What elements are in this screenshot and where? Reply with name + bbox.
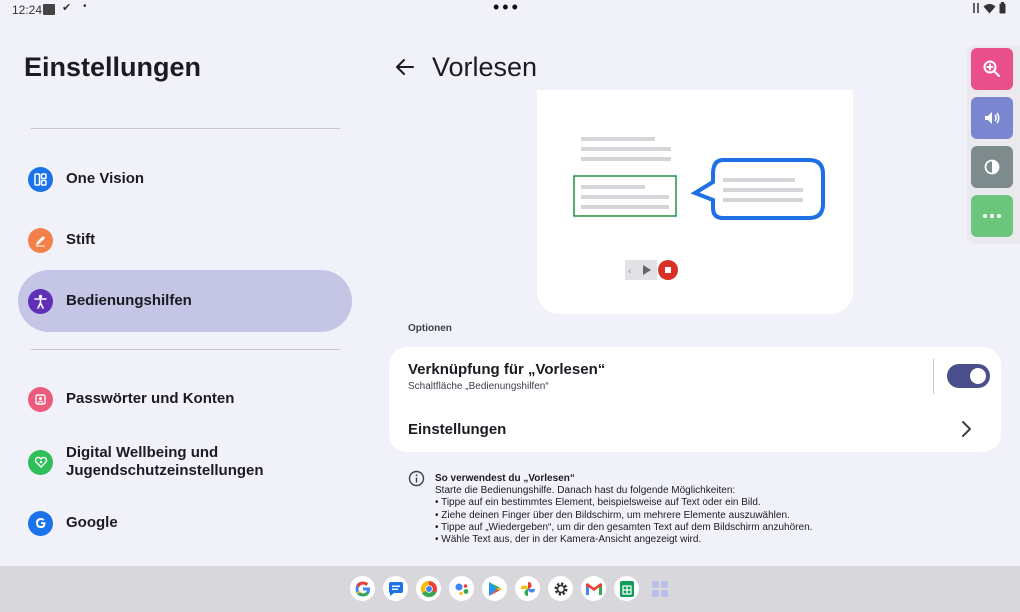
pen-icon xyxy=(28,227,53,253)
more-button[interactable] xyxy=(971,195,1013,237)
wifi-icon xyxy=(983,3,996,13)
google-app-icon[interactable] xyxy=(350,576,375,601)
nav-label-line: Jugendschutzeinstellungen xyxy=(66,462,264,479)
toggle-knob xyxy=(970,368,986,384)
status-bar: 12:24 ✔ • ••• xyxy=(0,0,1020,18)
vibrate-icon xyxy=(973,3,979,13)
nav-item-digital-wellbeing[interactable]: Digital Wellbeing und Jugendschutzeinste… xyxy=(18,431,352,493)
volume-icon xyxy=(985,112,1000,124)
contrast-button[interactable] xyxy=(971,146,1013,188)
nav-label: One Vision xyxy=(66,170,145,187)
contrast-icon xyxy=(984,159,1000,175)
status-time: 12:24 xyxy=(12,3,43,17)
messages-icon[interactable] xyxy=(383,576,408,601)
settings-row[interactable]: Einstellungen xyxy=(389,409,1001,449)
select-to-speak-button[interactable] xyxy=(971,97,1013,139)
accessibility-icon xyxy=(28,288,53,314)
nav-label: Google xyxy=(66,514,118,531)
info-line: Starte die Bedienungshilfe. Danach hast … xyxy=(435,485,736,497)
shortcut-row[interactable]: Verknüpfung für „Vorlesen“ Schaltfläche … xyxy=(389,347,1001,403)
one-vision-icon xyxy=(28,166,53,192)
system-icons xyxy=(972,2,1006,14)
nav-label-line: Digital Wellbeing und xyxy=(66,444,219,461)
settings-gear-icon[interactable] xyxy=(548,576,573,601)
row-separator xyxy=(933,359,934,394)
settings-title: Einstellungen xyxy=(24,52,202,82)
account-icon xyxy=(28,386,53,412)
back-arrow-icon[interactable] xyxy=(393,55,417,79)
chevron-right-icon xyxy=(962,421,971,437)
info-icon xyxy=(408,470,425,487)
assistant-icon[interactable] xyxy=(449,576,474,601)
chrome-icon[interactable] xyxy=(416,576,441,601)
check-icon: ✔ xyxy=(62,2,72,14)
usage-info: So verwendest du „Vorlesen“ Starte die B… xyxy=(435,473,812,546)
illustration-graphic: ‹ xyxy=(573,137,825,280)
app-drawer-icon[interactable] xyxy=(647,576,672,601)
info-line: • Tippe auf „Wiedergeben“, um dir den ge… xyxy=(435,521,813,533)
nav-item-google[interactable]: Google xyxy=(18,492,352,554)
nav-item-bedienungshilfen[interactable]: Bedienungshilfen xyxy=(18,270,352,332)
page-title: Vorlesen xyxy=(432,52,538,82)
taskbar xyxy=(0,566,1020,612)
info-line: • Tippe auf ein bestimmtes Element, beis… xyxy=(435,497,761,509)
battery-icon xyxy=(999,2,1006,14)
nav-label: Bedienungshilfen xyxy=(66,292,192,309)
shortcut-toggle[interactable] xyxy=(947,364,990,388)
shortcut-subtitle: Schaltfläche „Bedienungshilfen“ xyxy=(408,381,549,392)
zoom-icon xyxy=(983,60,1000,77)
accessibility-floating-menu xyxy=(967,45,1020,244)
shortcut-title: Verknüpfung für „Vorlesen“ xyxy=(408,361,606,378)
nav-item-passwoerter[interactable]: Passwörter und Konten xyxy=(18,368,352,430)
notification-icon xyxy=(43,4,55,15)
dot-icon: • xyxy=(83,1,87,12)
more-icon xyxy=(983,214,1001,218)
settings-row-title: Einstellungen xyxy=(408,421,507,438)
svg-text:‹: ‹ xyxy=(628,267,632,277)
wellbeing-icon xyxy=(28,449,53,475)
google-icon xyxy=(28,510,53,536)
info-title: So verwendest du „Vorlesen“ xyxy=(435,473,575,484)
play-store-icon[interactable] xyxy=(482,576,507,601)
nav-item-stift[interactable]: Stift xyxy=(18,209,352,271)
zoom-button[interactable] xyxy=(971,48,1013,90)
gmail-icon[interactable] xyxy=(581,576,606,601)
info-line: • Wähle Text aus, der in der Kamera-Ansi… xyxy=(435,534,702,546)
divider xyxy=(31,349,340,350)
nav-label: Passwörter und Konten xyxy=(66,390,235,407)
nav-label: Stift xyxy=(66,231,96,248)
photos-icon[interactable] xyxy=(515,576,540,601)
options-card: Verknüpfung für „Vorlesen“ Schaltfläche … xyxy=(389,347,1001,452)
multitask-dots-icon[interactable]: ••• xyxy=(493,0,521,18)
app-dock xyxy=(350,576,672,601)
sheets-icon[interactable] xyxy=(614,576,639,601)
options-section-label: Optionen xyxy=(408,323,452,334)
divider xyxy=(31,128,340,129)
nav-label: Digital Wellbeing und Jugendschutzeinste… xyxy=(66,444,264,480)
nav-item-one-vision[interactable]: One Vision xyxy=(18,148,352,210)
info-line: • Ziehe deinen Finger über den Bildschir… xyxy=(435,509,790,521)
select-to-speak-illustration: ‹ xyxy=(537,90,853,314)
